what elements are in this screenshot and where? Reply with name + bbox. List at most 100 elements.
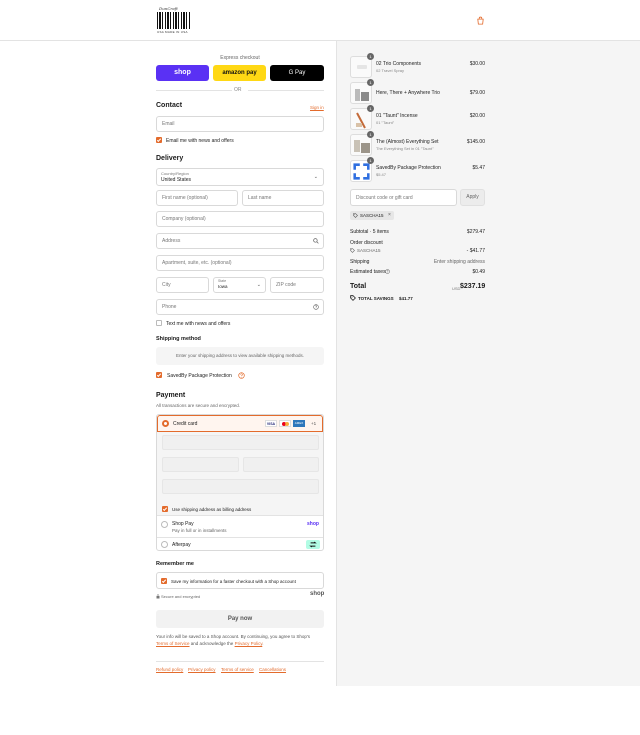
item-variant: 01 "Taunt" [376,120,395,125]
credit-card-option[interactable]: Credit card VISA AMEX +1 [157,415,323,432]
or-label: OR [234,87,242,93]
help-icon[interactable] [385,269,390,274]
contact-heading: Contact [156,102,183,109]
item-name: 01 "Taunt" Incense [376,113,418,119]
radio-unselected[interactable] [161,521,168,528]
shipping-method-box: Enter your shipping address to view avai… [156,347,324,365]
discount-value: - $41.77 [466,248,485,254]
first-name-placeholder: First name (optional) [162,195,208,201]
card-details-panel [157,432,323,504]
payment-options: Credit card VISA AMEX +1 Use shipping ad… [156,414,324,551]
email-field[interactable]: Email [156,116,324,132]
terms-link[interactable]: Terms of Service [156,641,190,646]
google-pay-button[interactable]: G Pay [270,65,324,81]
address-field[interactable]: Address [156,233,324,249]
phone-placeholder: Phone [162,304,177,310]
search-icon [313,238,319,244]
shipping-value: Enter shipping address [433,259,485,265]
quantity-badge: 1 [367,157,374,164]
radio-unselected[interactable] [161,541,168,548]
barcode-graphic [157,12,191,29]
billing-label: Use shipping address as billing address [172,507,252,512]
shipping-method-heading: Shipping method [156,336,201,342]
shop-pay-sub: Pay in full or in installments [172,528,227,533]
company-placeholder: Company (optional) [162,216,206,222]
afterpay-option[interactable]: Afterpay [157,538,323,550]
security-code-field[interactable] [243,457,319,472]
item-variant: $5.47 [376,172,387,177]
remember-me-box: Save my information for a faster checkou… [156,572,324,589]
payment-heading: Payment [156,392,186,399]
item-name: 02 Trio Components [376,61,422,67]
privacy-policy-link[interactable]: Privacy policy [188,667,216,672]
order-summary: 1 02 Trio Components 02 Travel Spray $30… [336,41,640,686]
country-select[interactable]: Country/Region United States ⌄ [156,168,324,186]
afterpay-icon [306,540,320,549]
shop-pay-option[interactable]: Shop Pay Pay in full or in installments … [157,517,323,538]
phone-field[interactable]: Phone [156,299,324,315]
help-icon[interactable] [313,304,319,310]
shopping-bag-icon[interactable] [476,16,485,25]
address-placeholder: Address [162,238,181,244]
zip-field[interactable]: ZIP code [270,277,324,293]
first-name-field[interactable]: First name (optional) [156,190,238,206]
mastercard-icon [279,420,291,427]
remember-me-label: Save my information for a faster checkou… [171,579,296,584]
remember-me-checkbox[interactable] [161,578,167,584]
quantity-badge: 1 [367,53,374,60]
shop-pay-button[interactable]: shop [156,65,209,81]
item-name: Here, There + Anywhere Trio [376,90,440,96]
tag-icon [350,248,355,253]
cancellations-link[interactable]: Cancellations [259,667,286,672]
city-field[interactable]: City [156,277,209,293]
protection-label: SavedBy Package Protection [167,373,232,379]
amazon-pay-button[interactable]: amazon pay [213,65,266,81]
zip-placeholder: ZIP code [276,282,296,288]
checkout-form: Express checkout shop amazon pay G Pay O… [0,41,336,735]
divider [156,661,324,662]
discount-code-field[interactable]: Discount code or gift card [350,189,457,206]
apartment-field[interactable]: Apartment, suite, etc. (optional) [156,255,324,271]
last-name-field[interactable]: Last name [242,190,324,206]
divider [156,90,232,91]
email-news-checkbox[interactable] [156,137,162,143]
item-price: $79.00 [469,90,485,96]
protection-checkbox[interactable] [156,372,162,378]
logo-subtext: USA MADE IN USA [157,30,188,34]
shipping-label: Shipping [350,259,370,265]
billing-checkbox[interactable] [162,506,168,512]
chevron-down-icon: ⌄ [256,282,261,288]
state-select[interactable]: State Iowa ⌄ [213,277,266,293]
state-label: State [218,279,227,283]
apartment-placeholder: Apartment, suite, etc. (optional) [162,260,232,266]
order-discount-label: Order discount [350,240,383,246]
email-placeholder: Email [162,121,175,127]
divider [248,90,324,91]
text-news-checkbox[interactable] [156,320,162,326]
afterpay-label: Afterpay [172,542,191,548]
estimated-taxes-label: Estimated taxes [350,269,386,275]
total-savings-label: TOTAL SAVINGS [358,296,394,301]
name-on-card-field[interactable] [162,479,319,494]
radio-selected[interactable] [162,420,169,427]
company-field[interactable]: Company (optional) [156,211,324,227]
expiry-field[interactable] [162,457,239,472]
terms-of-service-link[interactable]: Terms of service [221,667,254,672]
subtotal-label: Subtotal · 5 items [350,229,389,235]
apply-button[interactable]: Apply [460,189,485,206]
card-number-field[interactable] [162,435,319,450]
more-cards-label: +1 [311,421,317,426]
tag-icon [353,213,358,218]
quantity-badge: 1 [367,131,374,138]
store-logo[interactable]: DunCraft USA MADE IN USA [157,6,191,34]
logo-caption: DunCraft [159,6,178,11]
pay-now-button[interactable]: Pay now [156,610,324,628]
country-label: Country/Region [161,171,189,176]
country-value: United States [161,177,192,183]
privacy-link[interactable]: Privacy Policy [235,641,263,646]
refund-policy-link[interactable]: Refund policy [156,667,183,672]
info-icon[interactable] [238,372,245,379]
sign-in-link[interactable]: Sign in [310,105,324,110]
remove-discount-icon[interactable]: × [388,212,391,218]
estimated-taxes-value: $0.49 [472,269,485,275]
